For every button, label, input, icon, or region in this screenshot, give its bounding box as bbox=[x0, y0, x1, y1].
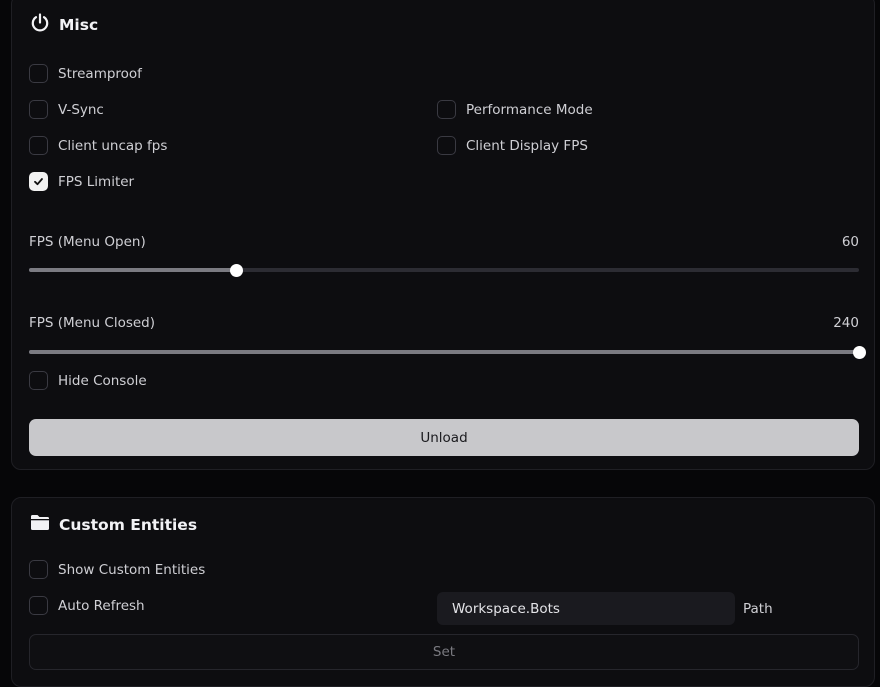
checkbox-box[interactable] bbox=[437, 100, 456, 119]
slider-fill bbox=[29, 268, 237, 272]
checkbox-label: Auto Refresh bbox=[58, 597, 145, 614]
path-input[interactable]: Workspace.Bots bbox=[437, 592, 735, 625]
misc-header: Misc bbox=[30, 13, 98, 37]
fps-menu-open-slider[interactable] bbox=[29, 263, 859, 277]
checkbox-label: Client Display FPS bbox=[466, 137, 588, 154]
check-icon bbox=[34, 178, 43, 186]
checkbox-label: Streamproof bbox=[58, 65, 142, 82]
checkbox-box[interactable] bbox=[29, 64, 48, 83]
path-label: Path bbox=[743, 601, 773, 617]
slider-knob[interactable] bbox=[230, 263, 243, 277]
checkbox-box[interactable] bbox=[29, 371, 48, 390]
misc-panel: Misc Streamproof V-Sync Performance Mode… bbox=[11, 0, 875, 470]
fps-menu-closed-value: 240 bbox=[833, 315, 859, 331]
streamproof-checkbox[interactable]: Streamproof bbox=[29, 64, 142, 83]
hide-console-checkbox[interactable]: Hide Console bbox=[29, 371, 147, 390]
fps-menu-open-label: FPS (Menu Open) bbox=[29, 234, 146, 250]
fps-menu-open-value: 60 bbox=[841, 234, 859, 250]
misc-title: Misc bbox=[59, 16, 99, 34]
vsync-checkbox[interactable]: V-Sync bbox=[29, 100, 104, 119]
fps-menu-closed-label: FPS (Menu Closed) bbox=[29, 315, 156, 331]
checkbox-label: V-Sync bbox=[58, 101, 104, 118]
slider-fill bbox=[29, 350, 859, 354]
checkbox-label: Performance Mode bbox=[466, 101, 593, 118]
show-custom-entities-checkbox[interactable]: Show Custom Entities bbox=[29, 560, 205, 579]
fps-limiter-checkbox[interactable]: FPS Limiter bbox=[29, 172, 134, 191]
power-icon bbox=[30, 13, 50, 37]
slider-knob[interactable] bbox=[852, 345, 866, 359]
checkbox-label: FPS Limiter bbox=[58, 173, 135, 190]
custom-entities-title: Custom Entities bbox=[59, 515, 198, 534]
checkbox-box[interactable] bbox=[29, 172, 48, 191]
custom-entities-header: Custom Entities bbox=[30, 514, 197, 535]
checkbox-box[interactable] bbox=[29, 596, 48, 615]
checkbox-box[interactable] bbox=[29, 100, 48, 119]
custom-entities-panel: Custom Entities Show Custom Entities Aut… bbox=[11, 497, 875, 687]
set-button[interactable]: Set bbox=[29, 634, 859, 670]
checkbox-label: Client uncap fps bbox=[58, 137, 168, 154]
checkbox-label: Show Custom Entities bbox=[58, 561, 206, 578]
checkbox-box[interactable] bbox=[29, 136, 48, 155]
performance-mode-checkbox[interactable]: Performance Mode bbox=[437, 100, 593, 119]
fps-menu-closed-slider[interactable] bbox=[29, 345, 866, 359]
client-uncap-fps-checkbox[interactable]: Client uncap fps bbox=[29, 136, 167, 155]
folder-icon bbox=[30, 514, 50, 535]
checkbox-label: Hide Console bbox=[58, 372, 147, 389]
checkbox-box[interactable] bbox=[29, 560, 48, 579]
auto-refresh-checkbox[interactable]: Auto Refresh bbox=[29, 596, 145, 615]
unload-button[interactable]: Unload bbox=[29, 419, 859, 456]
checkbox-box[interactable] bbox=[437, 136, 456, 155]
client-display-fps-checkbox[interactable]: Client Display FPS bbox=[437, 136, 588, 155]
